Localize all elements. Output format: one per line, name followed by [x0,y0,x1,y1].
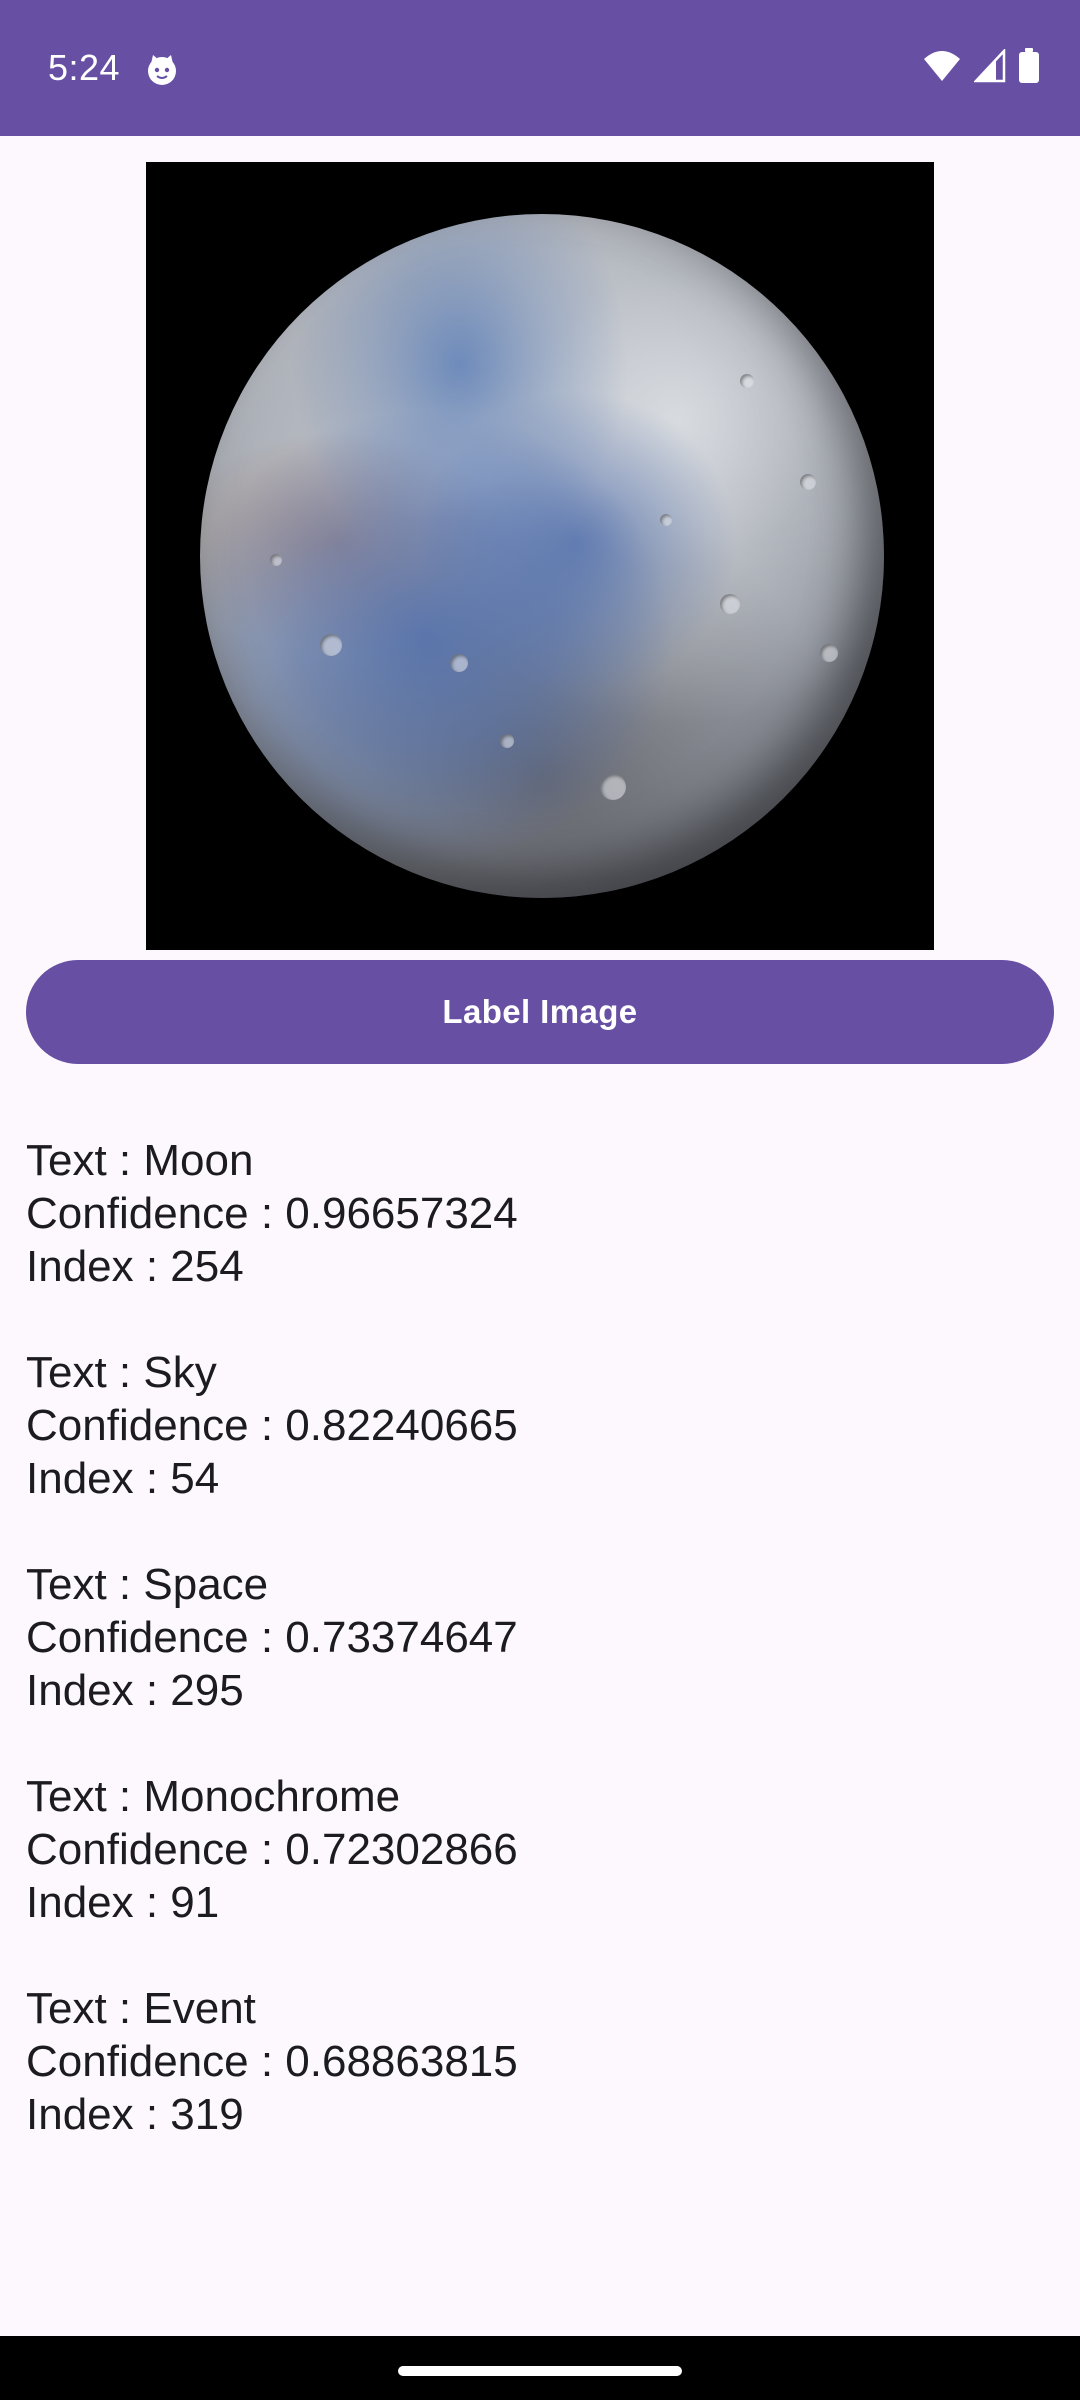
result-index: Index : 319 [26,2090,244,2139]
notification-cat-icon [144,52,180,88]
home-gesture-handle[interactable] [398,2366,682,2376]
result-index: Index : 91 [26,1878,220,1927]
result-item: Text : Moon Confidence : 0.96657324 Inde… [26,1134,1054,1293]
result-confidence: Confidence : 0.73374647 [26,1613,518,1662]
result-text: Text : Moon [26,1136,254,1185]
battery-icon [1018,47,1040,89]
result-index: Index : 254 [26,1242,244,1291]
result-item: Text : Sky Confidence : 0.82240665 Index… [26,1346,1054,1505]
moon-image [200,214,884,898]
result-text: Text : Space [26,1560,269,1609]
result-item: Text : Event Confidence : 0.68863815 Ind… [26,1982,1054,2141]
result-confidence: Confidence : 0.72302866 [26,1825,518,1874]
status-time: 5:24 [48,47,121,88]
result-index: Index : 54 [26,1454,220,1503]
result-confidence: Confidence : 0.82240665 [26,1401,518,1450]
result-text: Text : Event [26,1984,256,2033]
moon-photo [146,162,934,950]
result-confidence: Confidence : 0.68863815 [26,2037,518,2086]
result-item: Text : Monochrome Confidence : 0.7230286… [26,1770,1054,1929]
result-text: Text : Sky [26,1348,217,1397]
result-text: Text : Monochrome [26,1772,401,1821]
navigation-bar [0,2336,1080,2400]
signal-icon [973,47,1006,88]
results-list: Text : Moon Confidence : 0.96657324 Inde… [26,1134,1054,2194]
label-image-button[interactable]: Label Image [26,960,1054,1064]
result-index: Index : 295 [26,1666,244,1715]
result-item: Text : Space Confidence : 0.73374647 Ind… [26,1558,1054,1717]
result-confidence: Confidence : 0.96657324 [26,1189,518,1238]
wifi-icon [922,49,962,88]
status-bar: 5:24 [0,0,1080,136]
